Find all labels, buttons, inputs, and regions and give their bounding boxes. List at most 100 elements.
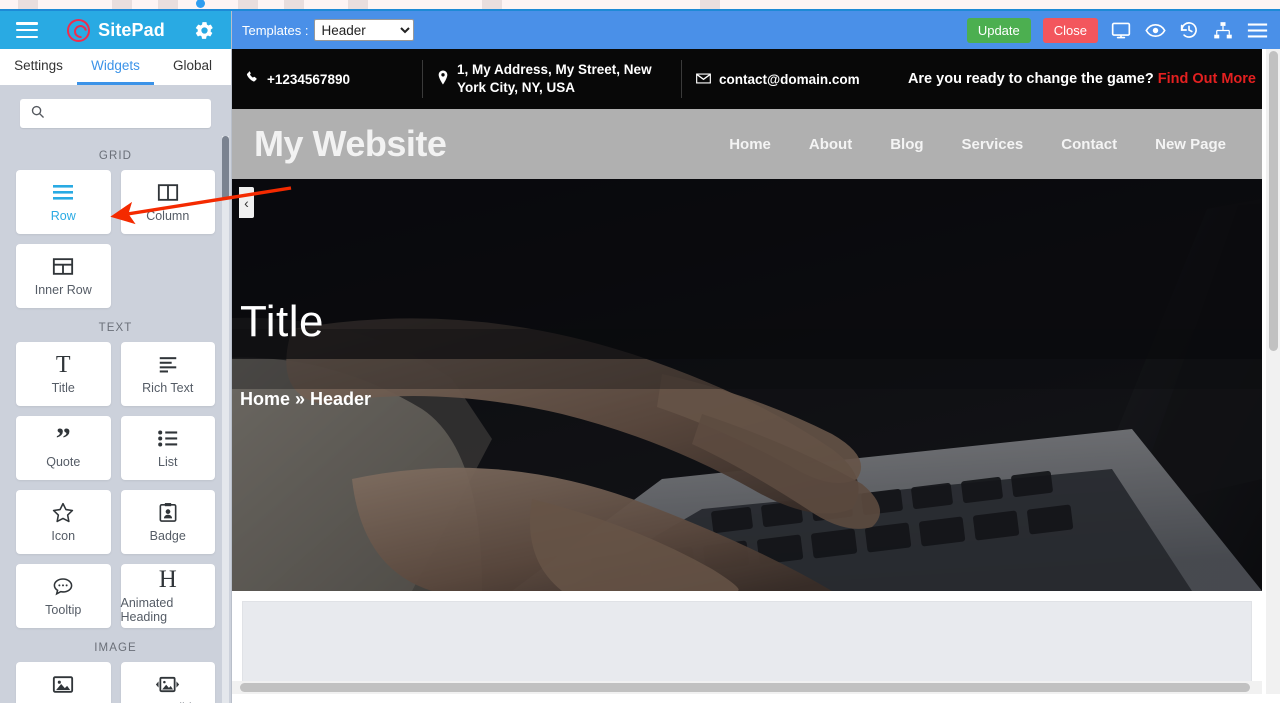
widget-label: Icon bbox=[51, 528, 76, 543]
widget-card-rich-text[interactable]: Rich Text bbox=[120, 342, 215, 406]
sidebar-scrollbar[interactable] bbox=[222, 136, 229, 703]
hero-text-block: Title Home » Header bbox=[240, 297, 371, 410]
phone-icon bbox=[246, 71, 259, 87]
templates-selector: Templates : Header bbox=[242, 19, 415, 41]
site-address-text: 1, My Address, My Street, New York City,… bbox=[457, 61, 652, 95]
topbar-actions: Update Close bbox=[966, 17, 1268, 43]
widget-label: Rich Text bbox=[142, 380, 194, 395]
widget-card-list[interactable]: List bbox=[120, 416, 215, 480]
canvas-vscrollbar-thumb[interactable] bbox=[1269, 51, 1278, 351]
site-phone-text: +1234567890 bbox=[267, 71, 350, 87]
widget-label: Quote bbox=[46, 454, 81, 469]
widget-grid-group-text: T Title Rich Text ” Quote List Icon Badg… bbox=[16, 342, 215, 628]
editor-topbar: Templates : Header Update Close bbox=[232, 11, 1280, 49]
widget-card-image[interactable]: Image bbox=[16, 662, 111, 703]
widget-grid-group-image: Image Image Slider bbox=[16, 662, 215, 703]
location-pin-icon bbox=[437, 70, 449, 88]
widget-label: Badge bbox=[149, 528, 186, 543]
nav-link-blog[interactable]: Blog bbox=[890, 136, 923, 153]
widget-card-animated-heading[interactable]: H Animated Heading bbox=[120, 564, 215, 628]
canvas-horizontal-scrollbar[interactable] bbox=[232, 681, 1262, 694]
site-email[interactable]: contact@domain.com bbox=[682, 49, 874, 109]
widget-card-tooltip[interactable]: Tooltip bbox=[16, 564, 111, 628]
site-email-text: contact@domain.com bbox=[719, 71, 860, 87]
browser-chrome-sliver bbox=[0, 0, 1280, 11]
site-cta-text: Are you ready to change the game? bbox=[907, 71, 1154, 87]
widget-label: Column bbox=[146, 208, 190, 223]
website-preview: +1234567890 1, My Address, My Street, Ne… bbox=[232, 49, 1262, 694]
update-button[interactable]: Update bbox=[966, 17, 1031, 43]
brand-name: SitePad bbox=[98, 19, 165, 40]
widget-label: Tooltip bbox=[45, 602, 82, 617]
monitor-preview-icon[interactable] bbox=[1110, 20, 1132, 40]
sidebar-scrollbar-thumb[interactable] bbox=[222, 136, 229, 200]
close-button[interactable]: Close bbox=[1042, 17, 1098, 43]
tab-widgets[interactable]: Widgets bbox=[77, 49, 154, 85]
site-cta-link[interactable]: Find Out More bbox=[1158, 71, 1256, 87]
hero-breadcrumb[interactable]: Home » Header bbox=[240, 389, 371, 410]
nav-link-about[interactable]: About bbox=[809, 136, 852, 153]
column-split-icon bbox=[157, 182, 179, 204]
inner-row-table-icon bbox=[52, 256, 74, 278]
search-box[interactable]: × bbox=[20, 99, 244, 128]
chevron-left-icon[interactable]: ‹ bbox=[239, 187, 254, 218]
search-icon bbox=[30, 104, 45, 124]
hamburger-menu-icon[interactable] bbox=[16, 22, 38, 38]
widget-card-icon[interactable]: Icon bbox=[16, 490, 111, 554]
site-logo[interactable]: My Website bbox=[254, 123, 447, 165]
widget-card-image-slider[interactable]: Image Slider bbox=[120, 662, 215, 703]
star-outline-icon bbox=[52, 502, 74, 524]
nav-link-home[interactable]: Home bbox=[729, 136, 771, 153]
hero-title[interactable]: Title bbox=[240, 297, 371, 347]
canvas-vertical-scrollbar[interactable] bbox=[1266, 49, 1280, 694]
sitepad-editor-screen: SitePad Settings Widgets Global × bbox=[0, 0, 1280, 703]
widget-label: Title bbox=[51, 380, 75, 395]
canvas-hscrollbar-thumb[interactable] bbox=[240, 683, 1250, 692]
hero-dark-overlay bbox=[232, 179, 1262, 591]
site-phone[interactable]: +1234567890 bbox=[232, 49, 422, 109]
eye-visibility-icon[interactable] bbox=[1144, 20, 1166, 40]
widget-card-row[interactable]: Row bbox=[16, 170, 111, 234]
tab-settings[interactable]: Settings bbox=[0, 49, 77, 85]
widget-card-inner-row[interactable]: Inner Row bbox=[16, 244, 111, 308]
widget-label: Row bbox=[50, 208, 76, 223]
widget-card-column[interactable]: Column bbox=[120, 170, 215, 234]
widget-card-quote[interactable]: ” Quote bbox=[16, 416, 111, 480]
section-label-image: IMAGE bbox=[94, 642, 137, 654]
rich-text-lines-icon bbox=[157, 354, 179, 376]
widget-grid-group-grid: Row Column Inner Row bbox=[16, 170, 215, 308]
sitemap-icon[interactable] bbox=[1212, 20, 1234, 40]
image-picture-icon bbox=[52, 674, 74, 696]
site-hero-section: ‹ Title Home » Header bbox=[232, 179, 1262, 591]
section-label-grid: GRID bbox=[98, 150, 133, 162]
search-input[interactable] bbox=[51, 106, 227, 121]
nav-link-contact[interactable]: Contact bbox=[1061, 136, 1117, 153]
site-nav-links: Home About Blog Services Contact New Pag… bbox=[729, 136, 1242, 153]
widget-label: Animated Heading bbox=[120, 595, 174, 624]
nav-link-services[interactable]: Services bbox=[962, 136, 1024, 153]
gear-icon[interactable] bbox=[194, 20, 215, 41]
widget-label: Inner Row bbox=[34, 282, 92, 297]
site-contact-bar: +1234567890 1, My Address, My Street, Ne… bbox=[232, 49, 1262, 109]
nav-link-new-page[interactable]: New Page bbox=[1155, 136, 1226, 153]
history-revision-icon[interactable] bbox=[1178, 20, 1200, 40]
templates-label: Templates : bbox=[242, 22, 309, 38]
widget-card-title[interactable]: T Title bbox=[16, 342, 111, 406]
widget-list-scroll-area: GRID Row Column Inner Row TEXT T Title R… bbox=[0, 136, 231, 703]
templates-dropdown[interactable]: Header bbox=[314, 19, 415, 41]
sidebar-brand-bar: SitePad bbox=[0, 11, 231, 49]
quote-marks-icon: ” bbox=[55, 421, 71, 455]
site-address[interactable]: 1, My Address, My Street, New York City,… bbox=[423, 49, 681, 109]
row-lines-icon bbox=[51, 182, 75, 204]
image-slider-icon bbox=[155, 674, 180, 696]
widget-card-badge[interactable]: Badge bbox=[120, 490, 215, 554]
site-navigation: My Website Home About Blog Services Cont… bbox=[232, 109, 1262, 179]
widget-search-area: × bbox=[0, 85, 244, 136]
widget-label: List bbox=[158, 454, 178, 469]
tab-global[interactable]: Global bbox=[154, 49, 231, 85]
title-serif-t-icon: T bbox=[55, 351, 71, 378]
hamburger-menu-icon[interactable] bbox=[1246, 20, 1268, 40]
site-cta: Are you ready to change the game? Find O… bbox=[908, 71, 1262, 87]
brand: SitePad bbox=[67, 18, 165, 42]
bullet-list-icon bbox=[157, 428, 179, 450]
